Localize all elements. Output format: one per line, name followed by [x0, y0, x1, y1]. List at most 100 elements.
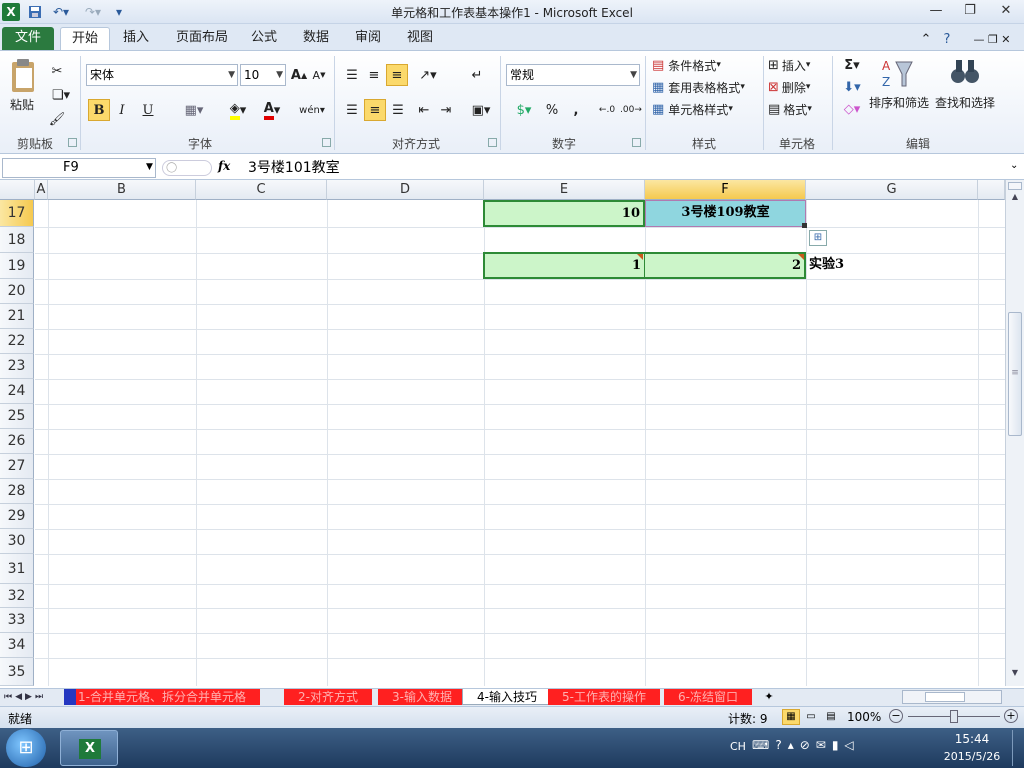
tray-icons[interactable]: ⌨?▴⊘✉▮◁	[752, 738, 860, 752]
sort-filter-icon[interactable]: AZ	[878, 56, 914, 90]
select-all-corner[interactable]	[0, 180, 35, 200]
paste-label[interactable]: 粘贴	[10, 96, 34, 113]
row-header[interactable]: 29	[0, 504, 34, 529]
accounting-format-icon[interactable]: $▾	[508, 99, 540, 121]
chevron-down-icon[interactable]: ▼	[146, 162, 153, 172]
zoom-slider-thumb[interactable]	[950, 710, 958, 723]
wrap-text-icon[interactable]: ↵	[466, 64, 488, 86]
split-box[interactable]	[1008, 182, 1022, 190]
delete-cells-button[interactable]: ⊠ 删除 ▾	[768, 76, 828, 98]
scroll-thumb[interactable]: ≡	[1008, 312, 1022, 436]
alignment-launcher-icon[interactable]	[488, 138, 497, 147]
shrink-font-icon[interactable]: A ▼	[310, 64, 328, 86]
row-header[interactable]: 19	[0, 253, 34, 279]
copy-icon[interactable]: ❏▾	[48, 84, 74, 106]
ribbon-minimize-icon[interactable]: ⌃	[918, 28, 934, 50]
tab-home[interactable]: 开始	[60, 27, 110, 51]
start-button-icon[interactable]: ⊞	[6, 729, 46, 767]
find-select-label[interactable]: 查找和选择	[935, 94, 995, 111]
align-left-icon[interactable]: ☰	[342, 99, 362, 121]
help-icon[interactable]: ?	[938, 28, 956, 50]
increase-indent-icon[interactable]: ⇥	[436, 99, 456, 121]
sheet-tab[interactable]: 2-对齐方式	[284, 689, 372, 705]
page-layout-view-icon[interactable]: ▭	[802, 709, 820, 725]
format-cells-button[interactable]: ▤ 格式 ▾	[768, 98, 828, 120]
find-select-icon[interactable]	[948, 56, 982, 90]
tab-formulas[interactable]: 公式	[244, 27, 284, 50]
zoom-level[interactable]: 100%	[847, 710, 881, 724]
insert-function-icon[interactable]: fx	[218, 159, 230, 173]
tab-page-layout[interactable]: 页面布局	[170, 27, 234, 50]
row-header[interactable]: 21	[0, 304, 34, 329]
row-header[interactable]: 24	[0, 379, 34, 404]
page-break-view-icon[interactable]: ▤	[822, 709, 840, 725]
increase-decimal-icon[interactable]: ←.0	[596, 99, 618, 121]
cell-styles-button[interactable]: ▦ 单元格样式 ▾	[652, 98, 756, 120]
minimize-button[interactable]: —	[922, 2, 950, 20]
zoom-in-icon[interactable]: +	[1004, 709, 1018, 723]
font-launcher-icon[interactable]	[322, 138, 331, 147]
decrease-decimal-icon[interactable]: .00→	[620, 99, 642, 121]
tab-insert[interactable]: 插入	[114, 27, 158, 50]
borders-icon[interactable]: ▦▾	[178, 99, 210, 121]
row-header[interactable]: 32	[0, 584, 34, 608]
clock-date[interactable]: 2015/5/26	[936, 750, 1008, 763]
merge-center-icon[interactable]: ▣▾	[466, 99, 496, 121]
column-header-a[interactable]: A	[35, 180, 48, 200]
zoom-out-icon[interactable]: −	[889, 709, 903, 723]
column-header-c[interactable]: C	[196, 180, 327, 200]
tab-data[interactable]: 数据	[296, 27, 336, 50]
chevron-down-icon[interactable]: ⌄	[1010, 160, 1018, 171]
align-center-icon[interactable]: ≡	[364, 99, 386, 121]
sheet-nav-icon[interactable]: ⏮◀▶⏭	[4, 689, 62, 705]
row-header[interactable]: 20	[0, 279, 34, 304]
number-launcher-icon[interactable]	[632, 138, 641, 147]
font-name-combo[interactable]: 宋体 ▼	[86, 64, 238, 86]
cell-f19[interactable]: 2	[644, 252, 806, 279]
format-painter-icon[interactable]: 🖌	[48, 108, 66, 130]
input-language[interactable]: CH	[730, 740, 746, 753]
autosum-icon[interactable]: Σ ▾	[838, 54, 866, 76]
row-header[interactable]: 30	[0, 529, 34, 554]
fill-handle[interactable]	[802, 223, 807, 228]
cell-e19[interactable]: 1	[483, 252, 645, 279]
comma-style-button[interactable]: ,	[566, 99, 586, 121]
decrease-indent-icon[interactable]: ⇤	[414, 99, 434, 121]
cut-icon[interactable]: ✂	[48, 60, 66, 82]
scroll-down-icon[interactable]: ▼	[1008, 668, 1022, 684]
insert-cells-button[interactable]: ⊞ 插入 ▾	[768, 54, 828, 76]
sort-filter-label[interactable]: 排序和筛选	[869, 94, 929, 111]
taskbar-excel-button[interactable]: X	[60, 730, 118, 766]
sheet-tab-active[interactable]: 4-输入技巧	[462, 689, 552, 705]
font-size-combo[interactable]: 10 ▼	[240, 64, 286, 86]
cell-e17[interactable]: 10	[483, 200, 645, 227]
align-bottom-icon[interactable]: ≡	[386, 64, 408, 86]
horizontal-scrollbar[interactable]	[902, 690, 1002, 704]
tab-file[interactable]: 文件	[2, 27, 54, 50]
column-header-e[interactable]: E	[484, 180, 645, 200]
grow-font-icon[interactable]: A ▲	[290, 64, 308, 86]
row-header[interactable]: 28	[0, 479, 34, 504]
column-header-g[interactable]: G	[806, 180, 978, 200]
paste-icon[interactable]	[8, 58, 42, 98]
font-color-icon[interactable]: A ▾	[256, 99, 288, 121]
fill-icon[interactable]: ⬇▾	[838, 76, 866, 98]
bold-button[interactable]: B	[88, 99, 110, 121]
close-button[interactable]: ✕	[992, 2, 1020, 20]
fill-color-icon[interactable]: ◈ ▾	[222, 99, 254, 121]
italic-button[interactable]: I	[112, 99, 132, 121]
column-header-d[interactable]: D	[327, 180, 484, 200]
row-header[interactable]: 17	[0, 200, 34, 227]
auto-fill-options-icon[interactable]: ⊞	[809, 230, 827, 246]
align-top-icon[interactable]: ☰	[342, 64, 362, 86]
scroll-up-icon[interactable]: ▲	[1008, 192, 1022, 208]
tab-review[interactable]: 审阅	[348, 27, 388, 50]
formula-input[interactable]: 3号楼101教室	[242, 158, 1008, 178]
sheet-tab[interactable]: 6-冻结窗口	[664, 689, 752, 705]
format-as-table-button[interactable]: ▦ 套用表格格式 ▾	[652, 76, 764, 98]
align-middle-icon[interactable]: ≡	[364, 64, 384, 86]
row-header[interactable]: 31	[0, 554, 34, 584]
row-header[interactable]: 22	[0, 329, 34, 354]
column-header-b[interactable]: B	[48, 180, 196, 200]
normal-view-icon[interactable]: ▦	[782, 709, 800, 725]
